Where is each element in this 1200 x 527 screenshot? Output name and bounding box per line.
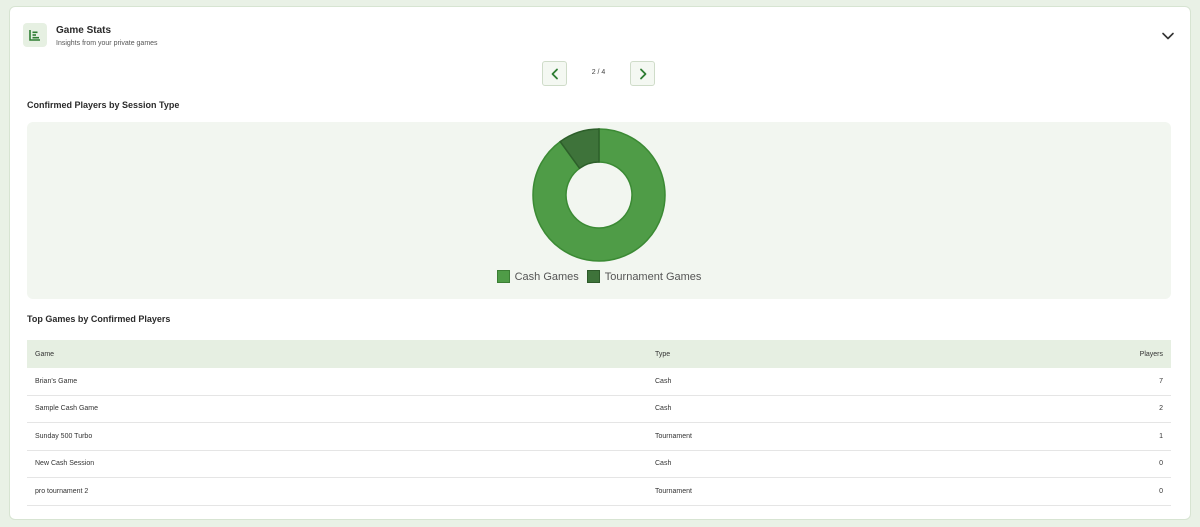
donut-chart [532, 128, 666, 262]
cell-players: 2 [1159, 405, 1163, 413]
cell-type: Cash [655, 377, 672, 385]
bar-chart-icon [23, 23, 47, 47]
cell-type: Tournament [655, 487, 692, 495]
cell-game: Brian's Game [35, 377, 78, 385]
page-subtitle: Insights from your private games [56, 40, 158, 47]
cell-players: 1 [1159, 432, 1163, 440]
column-header-players: Players [1139, 350, 1163, 358]
table-row: New Cash Session Cash 0 [27, 451, 1171, 478]
table-row: Sunday 500 Turbo Tournament 1 [27, 423, 1171, 451]
page-indicator: 2 / 4 [591, 69, 606, 76]
cell-game: Sunday 500 Turbo [35, 432, 93, 440]
cell-type: Cash [655, 405, 672, 413]
cell-game: New Cash Session [35, 460, 95, 468]
cell-players: 0 [1159, 487, 1163, 495]
chevron-left-icon [551, 68, 558, 79]
column-header-type: Type [655, 350, 671, 358]
cell-game: pro tournament 2 [35, 487, 89, 495]
table-row: Sample Cash Game Cash 2 [27, 396, 1171, 423]
next-page-button[interactable] [630, 61, 655, 86]
cell-game: Sample Cash Game [35, 405, 99, 413]
cell-players: 0 [1159, 460, 1163, 468]
cell-players: 7 [1159, 377, 1163, 385]
table-header: Game Type Players [27, 340, 1171, 368]
chart-legend: Cash Games Tournament Games [27, 270, 1171, 283]
collapse-toggle-button[interactable] [1160, 28, 1176, 44]
legend-label-cash: Cash Games [514, 270, 579, 283]
cell-type: Tournament [655, 432, 692, 440]
game-stats-card: Game Stats Insights from your private ga… [9, 6, 1191, 520]
legend-item-tournament[interactable]: Tournament Games [586, 270, 702, 283]
legend-label-tournament: Tournament Games [604, 270, 702, 283]
chevron-down-icon [1162, 32, 1174, 40]
chart-panel: Cash Games Tournament Games [27, 122, 1171, 299]
chevron-right-icon [639, 68, 646, 79]
legend-swatch-cash [496, 270, 510, 283]
table-row: Brian's Game Cash 7 [27, 368, 1171, 396]
column-header-game: Game [35, 350, 55, 358]
page-title: Game Stats [56, 25, 112, 36]
table-title: Top Games by Confirmed Players [27, 314, 171, 324]
top-games-table: Game Type Players Brian's Game Cash 7 Sa… [27, 340, 1171, 506]
chart-title: Confirmed Players by Session Type [27, 100, 180, 110]
legend-item-cash[interactable]: Cash Games [496, 270, 579, 283]
legend-swatch-tournament [586, 270, 600, 283]
cell-type: Cash [655, 460, 672, 468]
table-row: pro tournament 2 Tournament 0 [27, 478, 1171, 506]
previous-page-button[interactable] [542, 61, 567, 86]
